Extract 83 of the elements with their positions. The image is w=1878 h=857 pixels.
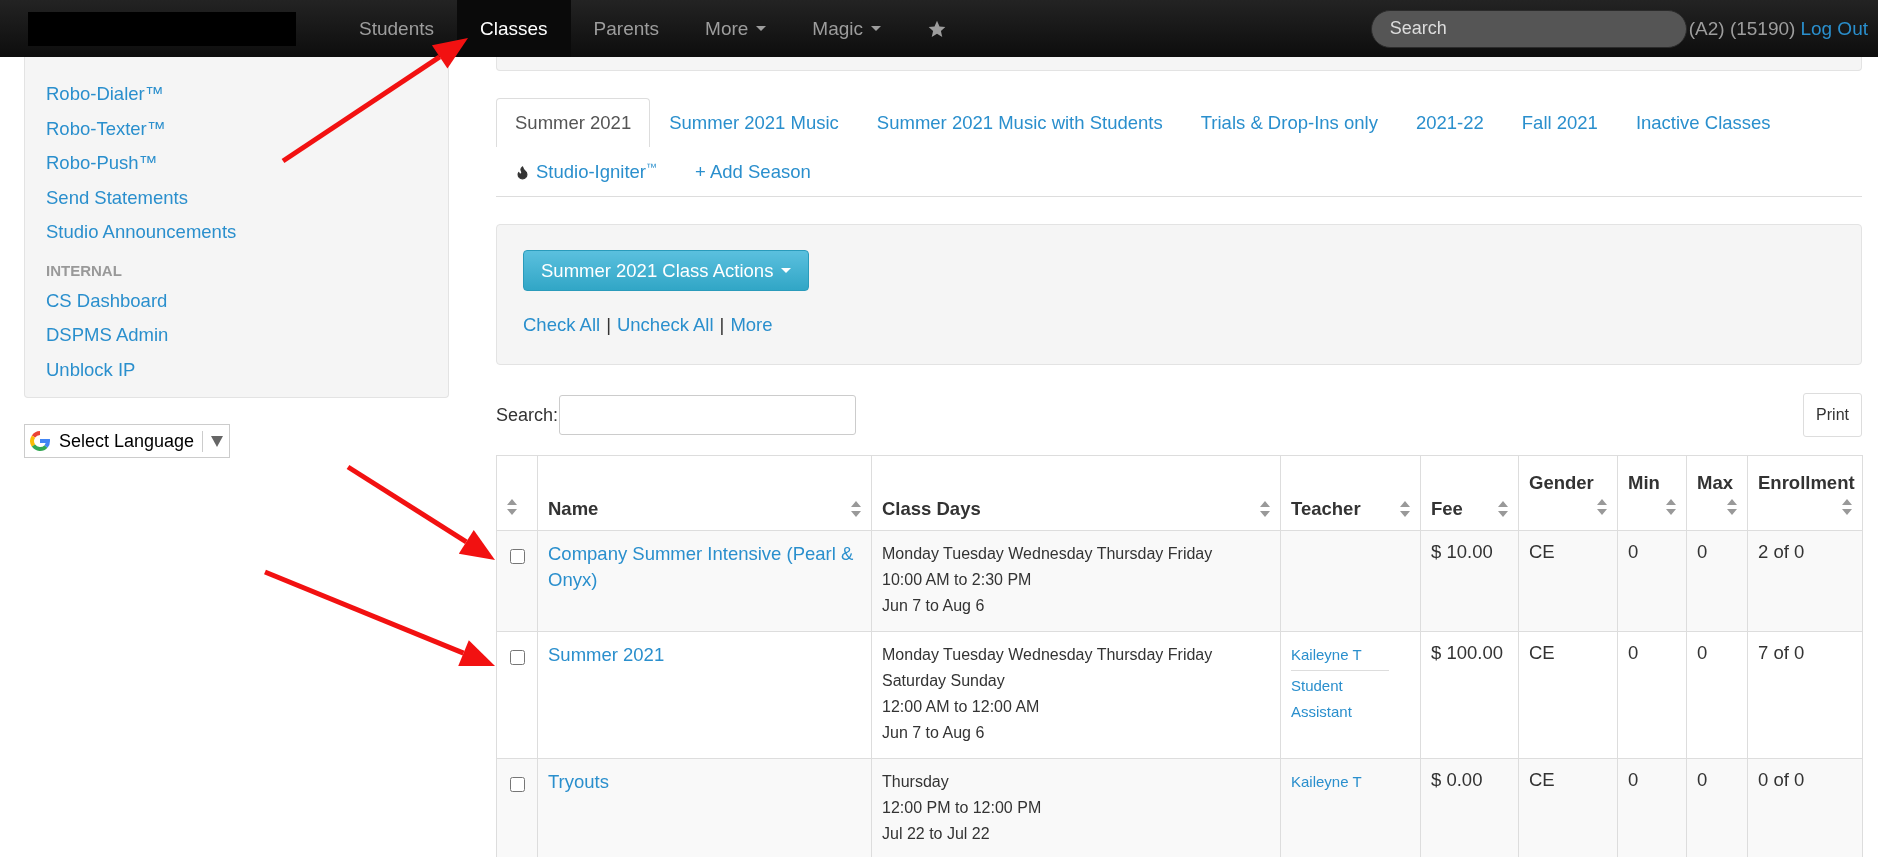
logout-link[interactable]: Log Out xyxy=(1800,17,1868,40)
gender-cell: CE xyxy=(1529,541,1555,562)
class-name-link[interactable]: Summer 2021 xyxy=(548,642,861,668)
separator: | xyxy=(719,314,725,336)
fee-cell: $ 10.00 xyxy=(1431,541,1493,562)
action-link[interactable]: Uncheck All xyxy=(616,314,714,336)
sort-icon[interactable] xyxy=(1727,499,1737,515)
sort-icon[interactable] xyxy=(1260,501,1270,517)
schedule-line: 10:00 AM to 2:30 PM xyxy=(882,570,1033,590)
schedule-line: 12:00 AM to 12:00 AM xyxy=(882,697,1041,717)
enrollment-cell: 0 of 0 xyxy=(1758,769,1805,790)
max-cell: 0 xyxy=(1697,769,1708,790)
season-tab[interactable]: Summer 2021 xyxy=(496,98,651,147)
sort-icon[interactable] xyxy=(1842,499,1852,515)
enrollment-cell: 2 of 0 xyxy=(1758,541,1805,562)
teacher-link[interactable]: Kaileyne T xyxy=(1291,642,1389,671)
schedule-line: Jun 7 to Aug 6 xyxy=(882,596,986,616)
sort-icon[interactable] xyxy=(1597,499,1607,515)
sidebar-link[interactable]: Robo-Dialer™ xyxy=(46,77,164,112)
teacher-link[interactable]: Kaileyne T xyxy=(1291,769,1389,797)
row-checkbox[interactable] xyxy=(510,777,525,792)
flame-icon xyxy=(515,164,530,180)
sort-icon[interactable] xyxy=(507,499,517,515)
action-link[interactable]: More xyxy=(730,314,773,336)
column-header[interactable]: Max xyxy=(1686,455,1748,531)
row-checkbox[interactable] xyxy=(510,549,525,564)
caret-icon xyxy=(781,268,792,273)
caret-icon xyxy=(211,435,224,447)
gender-cell: CE xyxy=(1529,769,1555,790)
sidebar-link[interactable]: Robo-Push™ xyxy=(46,146,158,181)
column-header[interactable]: Fee xyxy=(1420,455,1519,531)
column-header[interactable]: Gender xyxy=(1518,455,1618,531)
sort-icon[interactable] xyxy=(1400,501,1410,517)
sidebar-link[interactable]: Robo-Texter™ xyxy=(46,111,166,146)
gender-cell: CE xyxy=(1529,642,1555,663)
search-field[interactable]: Search xyxy=(1370,9,1687,48)
language-select[interactable]: Select Language xyxy=(24,424,231,458)
schedule-line: Thursday xyxy=(882,772,950,792)
separator: | xyxy=(606,314,611,336)
schedule-line: Monday Tuesday Wednesday Thursday Friday xyxy=(882,544,1214,564)
sort-icon[interactable] xyxy=(1498,501,1508,517)
row-checkbox[interactable] xyxy=(510,650,525,665)
column-header[interactable]: Min xyxy=(1617,455,1687,531)
class-actions-button[interactable]: Summer 2021 Class Actions xyxy=(523,250,810,291)
column-header[interactable]: Teacher xyxy=(1280,455,1421,531)
schedule-line: Jul 22 to Jul 22 xyxy=(882,824,991,844)
min-cell: 0 xyxy=(1628,541,1639,562)
nav-item[interactable]: More xyxy=(682,0,790,57)
print-button[interactable]: Print xyxy=(1803,393,1862,437)
sort-icon[interactable] xyxy=(851,501,861,517)
column-header[interactable]: Name xyxy=(537,455,872,531)
nav-item[interactable]: Parents xyxy=(570,0,683,57)
schedule-line: Jun 7 to Aug 6 xyxy=(882,723,986,743)
search-label: Search: xyxy=(496,404,559,426)
sidebar-heading: INTERNAL xyxy=(46,261,122,279)
sidebar-link[interactable]: Unblock IP xyxy=(46,352,136,387)
sidebar-link[interactable]: Send Statements xyxy=(46,180,188,215)
nav-item[interactable]: Students xyxy=(336,0,457,57)
sidebar-link[interactable]: DSPMS Admin xyxy=(46,318,169,353)
schedule-line: 12:00 PM to 12:00 PM xyxy=(882,798,1043,818)
action-link[interactable]: Check All xyxy=(523,314,601,336)
schedule-line: Saturday Sunday xyxy=(882,671,1006,691)
min-cell: 0 xyxy=(1628,769,1639,790)
enrollment-cell: 7 of 0 xyxy=(1758,642,1805,663)
teacher-link[interactable]: Student Assistant xyxy=(1291,673,1389,727)
schedule-line: Monday Tuesday Wednesday Thursday Friday xyxy=(882,645,1214,665)
sidebar-link[interactable]: CS Dashboard xyxy=(46,283,168,318)
sort-icon[interactable] xyxy=(1666,499,1676,515)
fee-cell: $ 100.00 xyxy=(1431,642,1503,663)
sidebar-link[interactable]: Studio Announcements xyxy=(46,215,237,250)
nav-item[interactable]: Classes xyxy=(457,0,571,57)
nav-item[interactable]: Magic xyxy=(789,0,905,57)
caret-icon xyxy=(756,26,767,31)
min-cell: 0 xyxy=(1628,642,1639,663)
fee-cell: $ 0.00 xyxy=(1431,769,1483,790)
google-icon xyxy=(29,430,51,452)
table-search-field[interactable] xyxy=(559,395,857,435)
column-header[interactable]: Enrollment xyxy=(1747,455,1863,531)
max-cell: 0 xyxy=(1697,642,1708,663)
column-header[interactable]: Class Days xyxy=(871,455,1281,531)
account-info: (A2) (15190) xyxy=(1688,17,1796,40)
max-cell: 0 xyxy=(1697,541,1708,562)
caret-icon xyxy=(871,26,882,31)
